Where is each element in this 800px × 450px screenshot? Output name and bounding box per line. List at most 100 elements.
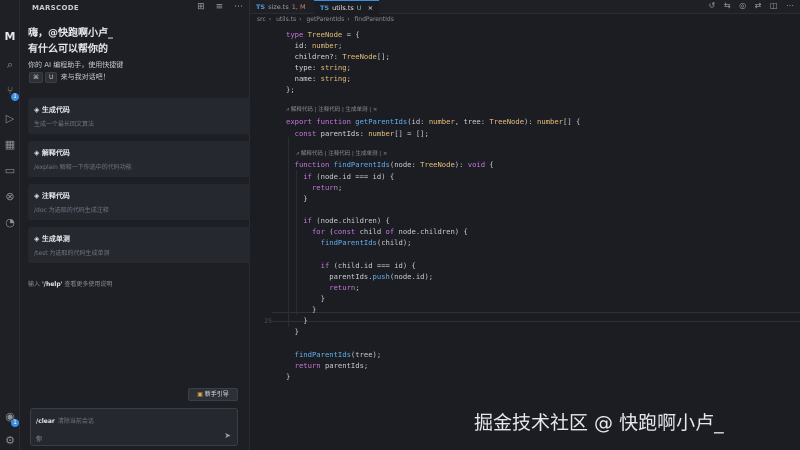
swap-icon[interactable]: ⇄ — [755, 1, 762, 10]
remote-icon[interactable]: ▭ — [3, 164, 17, 178]
card-desc: /explain 解释一下你选中的代码功能 — [34, 164, 132, 171]
code-line[interactable]: parentIds.push(node.id); — [250, 272, 800, 282]
code-line[interactable]: const parentIds: number[] = []; — [250, 129, 800, 139]
code-text: } — [286, 194, 308, 203]
code-line[interactable]: }; — [250, 85, 800, 95]
tab-size-ts[interactable]: TS size.ts 1, M — [250, 0, 312, 14]
code-text: findParentIds(tree); — [286, 350, 382, 359]
typescript-icon: TS — [256, 3, 266, 11]
code-line[interactable]: name: string; — [250, 74, 800, 84]
tab-status: U — [356, 4, 362, 12]
timeline-icon[interactable]: ◔ — [3, 216, 17, 230]
code-line[interactable]: findParentIds(tree); — [250, 350, 800, 360]
code-line[interactable]: return; — [250, 183, 800, 193]
editor-tabs: TS size.ts 1, M TS utils.ts U × ↺ ⇆ ◎ ⇄ ◫ ⋯ — [250, 0, 800, 14]
code-lens[interactable]: ⩘ 解释代码 | 注释代码 | 生成单测 | × — [296, 150, 388, 159]
code-line[interactable]: } — [250, 294, 800, 304]
code-lens[interactable]: ⩘ 解释代码 | 注释代码 | 生成单测 | × — [286, 106, 378, 115]
code-text: return; — [286, 283, 360, 292]
search-icon[interactable]: ⌕ — [3, 58, 17, 72]
history-icon[interactable]: ≡ — [216, 2, 224, 12]
more-icon[interactable]: ⋯ — [234, 2, 243, 12]
code-line[interactable] — [250, 339, 800, 349]
card-comment-code[interactable]: ◈ 注释代码 /doc 为选取的代码生成注释 — [28, 184, 259, 220]
code-line[interactable]: children?: TreeNode[]; — [250, 52, 800, 62]
shortcut-key-u: U — [45, 72, 58, 83]
marscode-panel: MARSCODE ⊞ ≡ ⋯ 嗨，@快跑啊小卢_ 有什么可以帮你的 你的 AI … — [20, 0, 259, 450]
code-line[interactable]: ⩘ 解释代码 | 注释代码 | 生成单测 | × — [250, 150, 800, 160]
breadcrumb-item[interactable]: src — [257, 16, 266, 23]
code-line[interactable] — [250, 140, 800, 150]
revert-icon[interactable]: ↺ — [709, 1, 716, 10]
typescript-icon: TS — [320, 4, 330, 12]
code-line[interactable]: if (node.children) { — [250, 216, 800, 226]
marscode-logo-icon[interactable]: M — [3, 30, 17, 44]
breadcrumb-item[interactable]: getParentIds — [306, 16, 344, 23]
code-line[interactable]: ⩘ 解释代码 | 注释代码 | 生成单测 | × — [250, 106, 800, 116]
code-line[interactable]: type TreeNode = { — [250, 30, 800, 40]
card-desc: /doc 为选取的代码生成注释 — [34, 207, 109, 214]
code-text: } — [286, 372, 291, 381]
code-line[interactable]: if (child.id === id) { — [250, 261, 800, 271]
card-title: ◈ 注释代码 — [34, 192, 70, 200]
code-line[interactable]: } — [250, 305, 800, 315]
code-line[interactable] — [250, 249, 800, 259]
code-text: return; — [286, 183, 343, 192]
close-icon[interactable]: × — [368, 4, 373, 12]
input-command-suggestion[interactable]: /clear 清除当前会话 — [36, 416, 94, 425]
compare-icon[interactable]: ⇆ — [724, 1, 731, 10]
preview-icon[interactable]: ◎ — [739, 1, 746, 10]
send-icon[interactable]: ➤ — [224, 431, 231, 440]
account-icon[interactable]: ◉ 1 — [3, 410, 19, 427]
new-chat-icon[interactable]: ⊞ — [197, 2, 205, 12]
card-title: ◈ 生成代码 — [34, 106, 70, 114]
tab-status: 1, M — [291, 3, 306, 11]
help-hint: 输入 '/help' 查看更多使用说明 — [28, 281, 113, 288]
code-line[interactable]: for (const child of node.children) { — [250, 227, 800, 237]
code-text: if (node.children) { — [286, 216, 390, 225]
code-line[interactable]: } — [250, 327, 800, 337]
code-line[interactable]: } — [250, 194, 800, 204]
guide-icon: ▣ — [197, 391, 203, 398]
source-control-icon[interactable]: ⑂ 1 — [3, 84, 19, 101]
code-line[interactable] — [250, 206, 800, 216]
code-line[interactable]: if (node.id === id) { — [250, 172, 800, 182]
code-line[interactable]: return; — [250, 283, 800, 293]
settings-icon[interactable]: ⚙ — [3, 434, 17, 448]
code-line[interactable]: export function getParentIds(id: number,… — [250, 117, 800, 127]
editor: TS size.ts 1, M TS utils.ts U × ↺ ⇆ ◎ ⇄ ◫ ⋯ … — [250, 0, 800, 450]
code-line[interactable]: id: number; — [250, 41, 800, 51]
run-debug-icon[interactable]: ▷ — [3, 112, 17, 126]
shortcut-key-cmd: ⌘ — [29, 72, 43, 83]
breadcrumb-item[interactable]: findParentIds — [355, 16, 394, 23]
code-line[interactable]: return parentIds; — [250, 361, 800, 371]
card-icon: ◈ — [34, 149, 40, 157]
git-graph-icon[interactable]: ⊗ — [3, 190, 17, 204]
guide-button[interactable]: ▣ 新手引导 — [188, 388, 238, 401]
breadcrumb-item[interactable]: utils.ts — [276, 16, 296, 23]
code-line[interactable]: type: string; — [250, 63, 800, 73]
intro-line1: 你的 AI 编程助手，使用快捷键 — [28, 61, 124, 69]
code-line[interactable]: findParentIds(child); — [250, 238, 800, 248]
code-line[interactable] — [250, 96, 800, 106]
card-generate-code[interactable]: ◈ 生成代码 生成一个最长回文算法 — [28, 98, 259, 134]
extensions-icon[interactable]: ▦ — [3, 138, 17, 152]
code-line[interactable]: 25 } — [250, 316, 800, 326]
code-text: } — [286, 305, 317, 314]
watermark: 掘金技术社区 @ 快跑啊小卢_ — [474, 412, 724, 434]
card-generate-tests[interactable]: ◈ 生成单测 /test 为选取的代码生成单测 — [28, 227, 259, 263]
greeting-line2: 有什么可以帮你的 — [28, 44, 108, 55]
chat-input-box[interactable]: /clear 清除当前会话 你 ➤ — [30, 408, 238, 446]
greeting-line1: 嗨，@快跑啊小卢_ — [28, 28, 113, 39]
card-icon: ◈ — [34, 106, 40, 114]
code-text: function findParentIds(node: TreeNode): … — [286, 160, 494, 169]
tab-utils-ts[interactable]: TS utils.ts U × — [314, 0, 380, 14]
chat-input[interactable]: 你 — [36, 434, 42, 443]
code-line[interactable]: } — [250, 372, 800, 382]
card-desc: /test 为选取的代码生成单测 — [34, 250, 110, 257]
card-explain-code[interactable]: ◈ 解释代码 /explain 解释一下你选中的代码功能 — [28, 141, 259, 177]
code-line[interactable]: function findParentIds(node: TreeNode): … — [250, 160, 800, 170]
split-editor-icon[interactable]: ◫ — [770, 1, 778, 10]
more-actions-icon[interactable]: ⋯ — [786, 1, 794, 10]
code-text: } — [286, 294, 325, 303]
